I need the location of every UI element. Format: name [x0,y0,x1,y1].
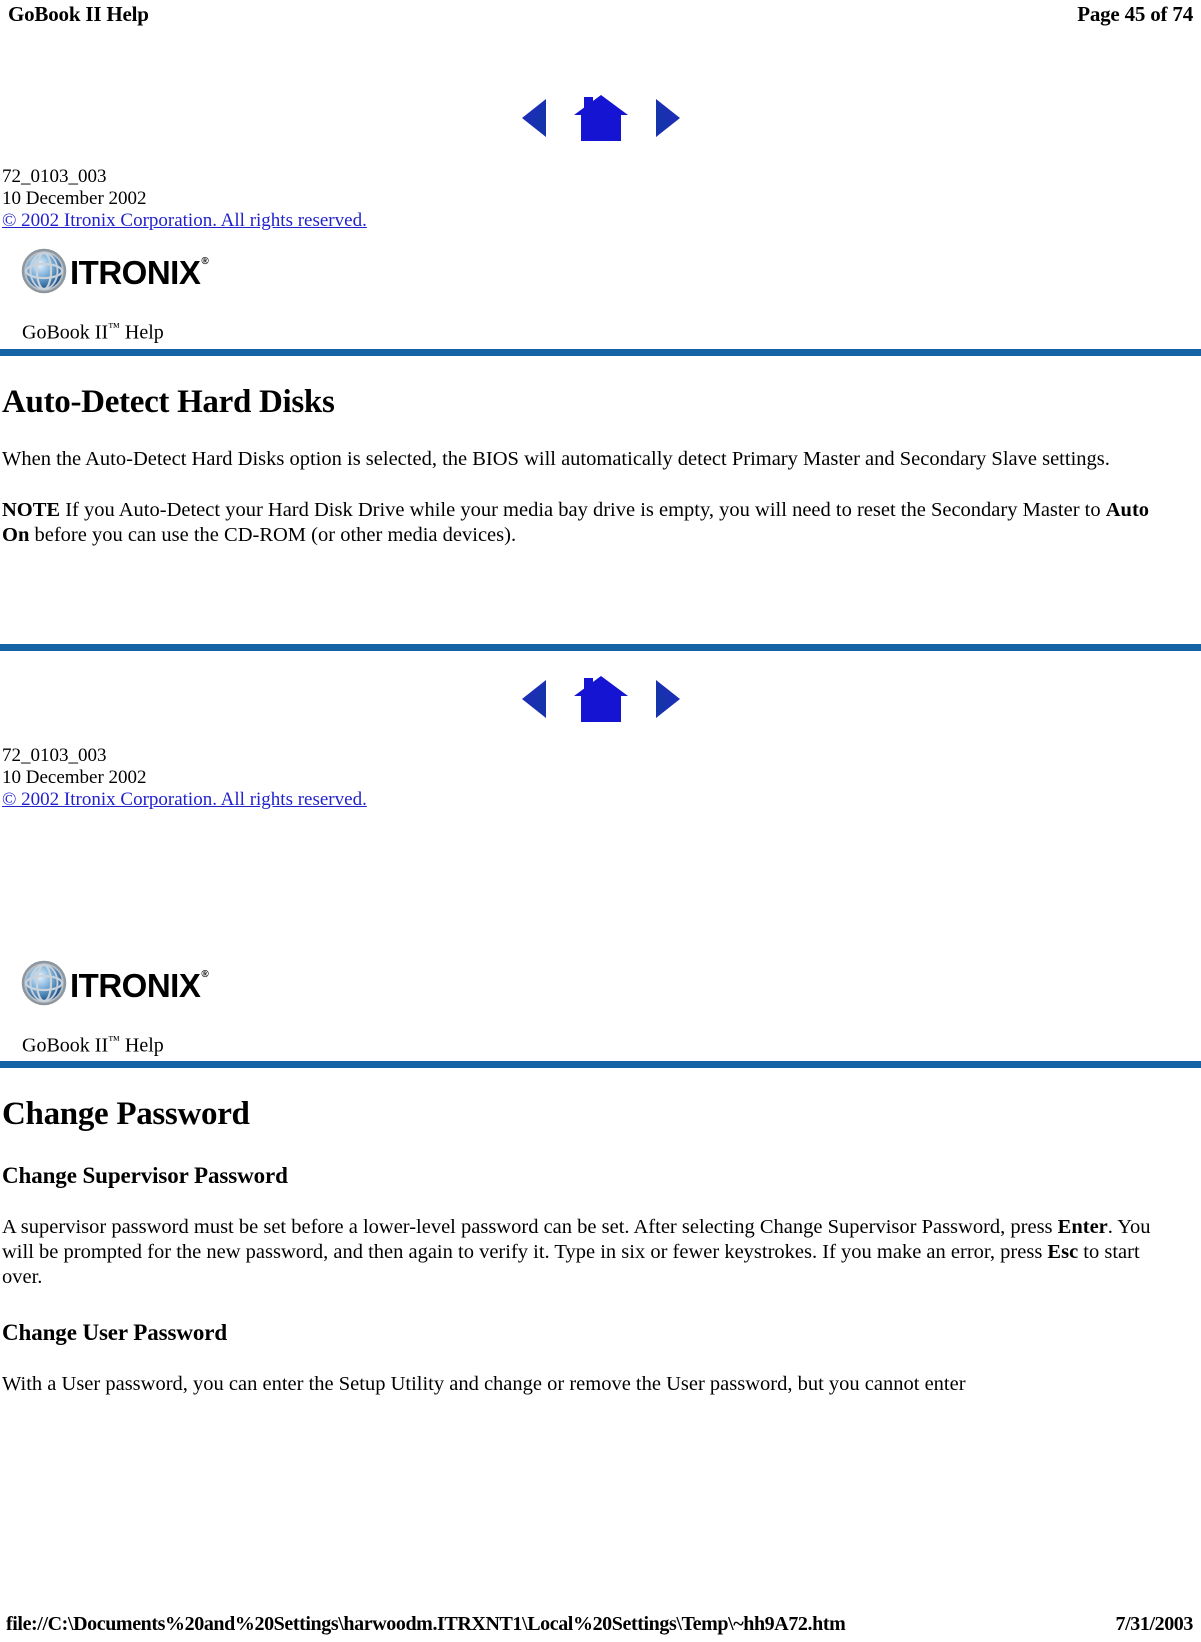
divider-rule-bottom [0,1061,1201,1069]
page-footer: file://C:\Documents%20and%20Settings\har… [0,1613,1201,1636]
previous-arrow-icon[interactable] [520,97,550,139]
navigation-bar-bottom [0,669,1201,729]
paragraph-auto-detect-note: NOTE If you Auto-Detect your Hard Disk D… [2,498,1150,546]
document-meta-top: 72_0103_003 10 December 2002 © 2002 Itro… [0,166,1201,232]
section-title-change-password: Change Password [2,1096,250,1133]
itronix-globe-icon [20,247,68,300]
doc-number: 72_0103_003 [2,744,107,766]
document-meta-bottom: 72_0103_003 10 December 2002 © 2002 Itro… [0,745,1201,811]
itronix-wordmark: ITRONIX® [70,254,209,291]
brand-logo-block-bottom: ITRONIX® [0,959,1201,1012]
navigation-bar-top [0,88,1201,148]
copyright-link[interactable]: © 2002 Itronix Corporation. All rights r… [2,210,367,231]
home-icon[interactable] [572,674,630,724]
brand-logo-block-top: ITRONIX® [0,232,1201,298]
copyright-link[interactable]: © 2002 Itronix Corporation. All rights r… [2,789,367,810]
help-subtitle-bottom: GoBook II™ Help [22,1032,164,1057]
paragraph-supervisor-password: A supervisor password must be set before… [2,1216,1151,1289]
divider-rule-top [0,348,1201,356]
doc-date: 10 December 2002 [2,188,147,209]
subsection-title-change-user-password: Change User Password [2,1320,228,1346]
subsection-title-change-supervisor-password: Change Supervisor Password [2,1163,288,1189]
page-header: GoBook II Help Page 45 of 74 [0,2,1201,32]
registered-mark: ® [201,256,209,267]
doc-number: 72_0103_003 [2,166,107,187]
paragraph-user-password: With a User password, you can enter the … [2,1373,966,1396]
divider-rule-mid [0,643,1201,651]
registered-mark: ® [201,968,209,980]
header-page-indicator: Page 45 of 74 [1077,2,1193,26]
itronix-globe-icon [20,959,68,1012]
page-content: 72_0103_003 10 December 2002 © 2002 Itro… [0,88,1201,1397]
next-arrow-icon[interactable] [652,97,682,139]
itronix-wordmark: ITRONIX® [70,966,209,1004]
section-title-auto-detect: Auto-Detect Hard Disks [2,383,335,420]
header-doc-title: GoBook II Help [8,2,149,26]
help-subtitle-top: GoBook II™ Help [22,320,164,344]
previous-arrow-icon[interactable] [520,678,550,720]
footer-print-date: 7/31/2003 [1115,1613,1193,1635]
paragraph-auto-detect-intro: When the Auto-Detect Hard Disks option i… [2,447,1110,470]
doc-date: 10 December 2002 [2,766,147,788]
next-arrow-icon[interactable] [652,678,682,720]
home-icon[interactable] [572,93,630,143]
footer-file-path: file://C:\Documents%20and%20Settings\har… [6,1613,846,1635]
